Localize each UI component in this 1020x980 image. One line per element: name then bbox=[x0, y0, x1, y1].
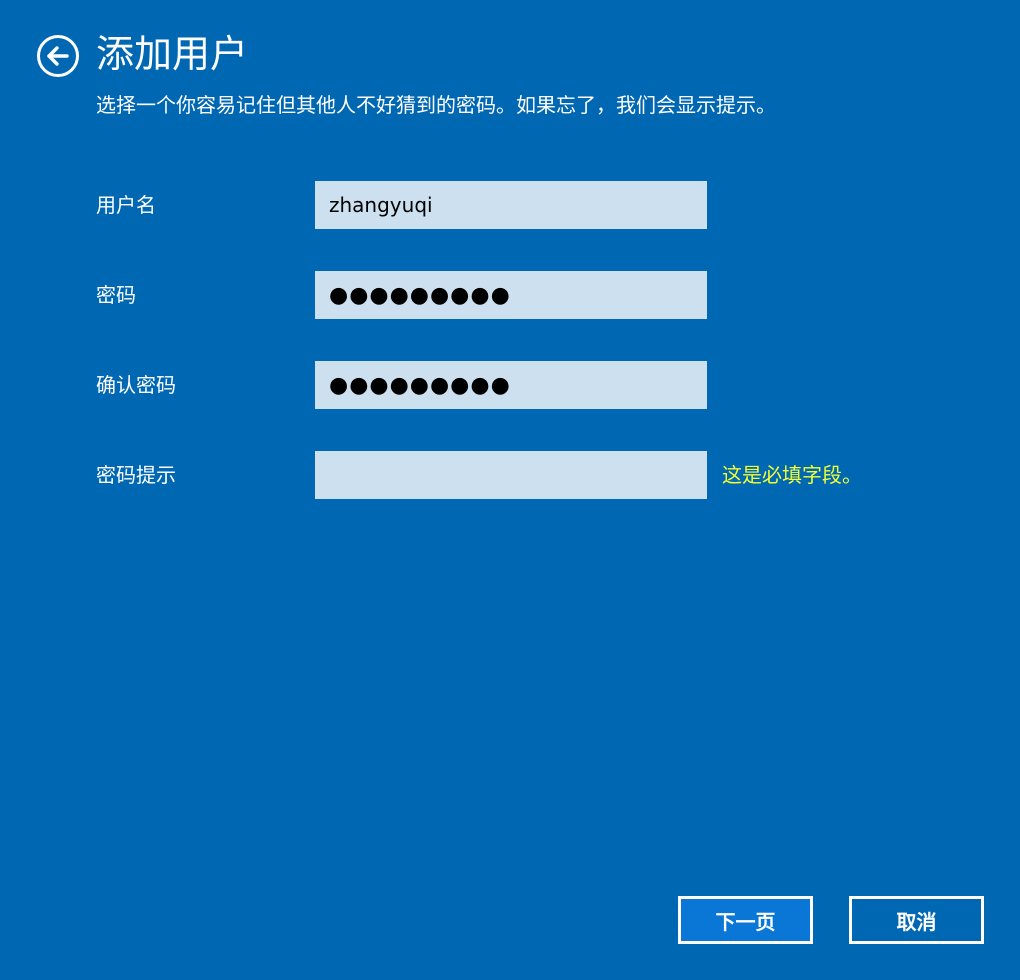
required-field-error: 这是必填字段。 bbox=[722, 463, 862, 487]
back-button[interactable] bbox=[36, 34, 80, 78]
username-row: 用户名 bbox=[0, 181, 1020, 229]
password-hint-label: 密码提示 bbox=[96, 463, 176, 487]
password-hint-field[interactable] bbox=[315, 451, 707, 499]
confirm-password-field[interactable] bbox=[315, 361, 707, 409]
page-subtitle: 选择一个你容易记住但其他人不好猜到的密码。如果忘了，我们会显示提示。 bbox=[96, 93, 776, 117]
password-field[interactable] bbox=[315, 271, 707, 319]
password-label: 密码 bbox=[96, 283, 136, 307]
cancel-button[interactable]: 取消 bbox=[849, 896, 984, 944]
confirm-password-label: 确认密码 bbox=[96, 373, 176, 397]
page-title: 添加用户 bbox=[96, 32, 249, 76]
username-field[interactable] bbox=[315, 181, 707, 229]
password-hint-row: 密码提示 这是必填字段。 bbox=[0, 451, 1020, 499]
confirm-password-row: 确认密码 bbox=[0, 361, 1020, 409]
password-row: 密码 bbox=[0, 271, 1020, 319]
username-label: 用户名 bbox=[96, 193, 156, 217]
next-button[interactable]: 下一页 bbox=[678, 896, 813, 944]
back-arrow-circle-icon bbox=[37, 35, 79, 77]
